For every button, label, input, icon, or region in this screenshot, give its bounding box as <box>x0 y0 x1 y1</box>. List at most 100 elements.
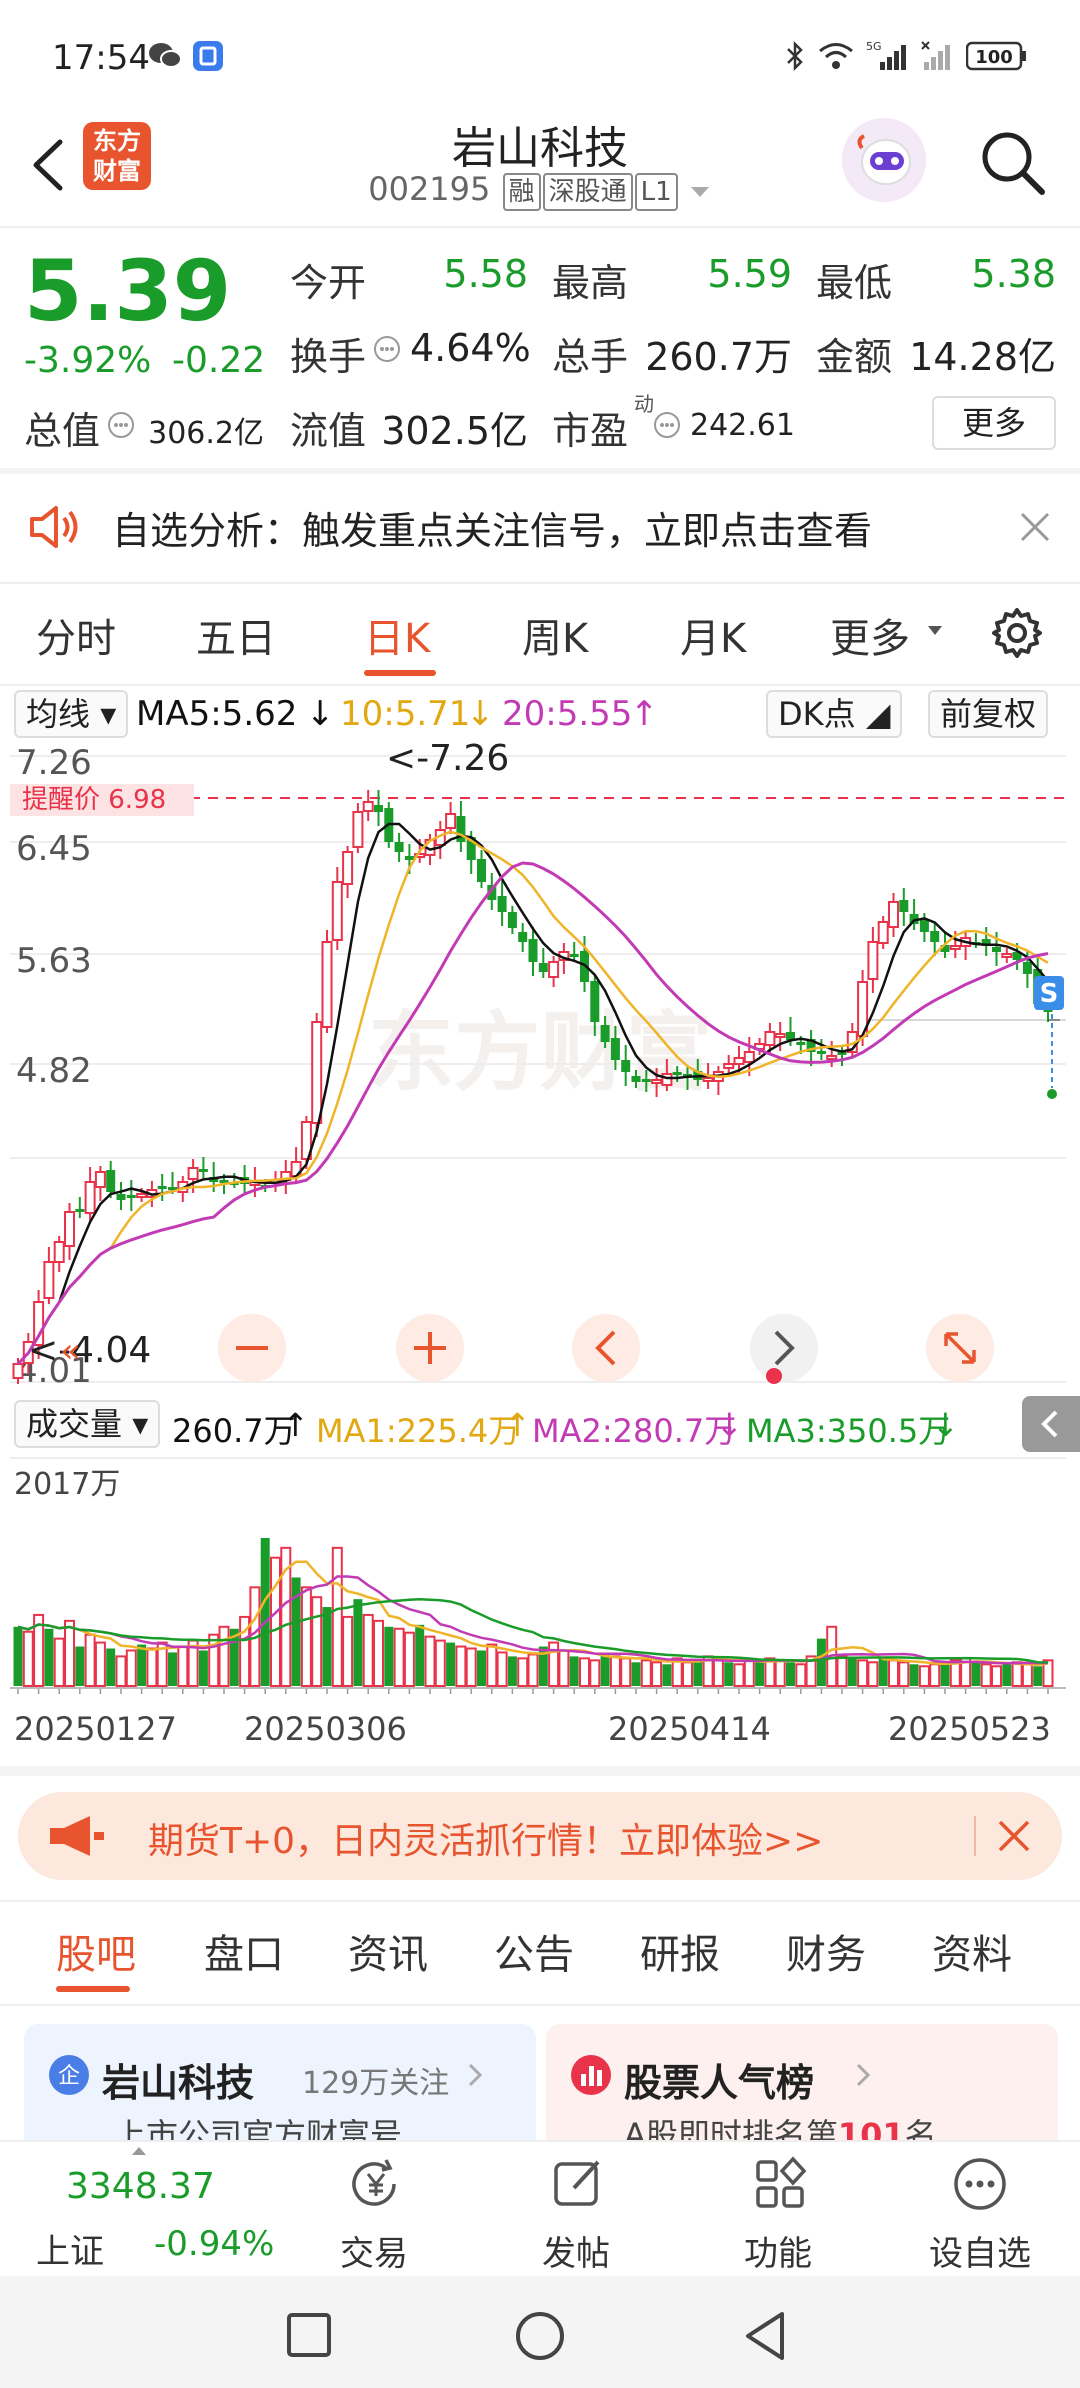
svg-text:企: 企 <box>58 2064 80 2089</box>
more-quote-button[interactable]: 更多 <box>932 396 1056 450</box>
zoom-in-button[interactable] <box>396 1314 464 1382</box>
volume-max-label: 2017万 <box>14 1467 120 1502</box>
tab-research[interactable]: 研报 <box>640 1922 720 1980</box>
tab-profile[interactable]: 资料 <box>932 1922 1012 1980</box>
open-label: 今开 <box>290 261 367 305</box>
search-icon[interactable] <box>974 124 1050 200</box>
svg-text:«: « <box>60 1331 81 1371</box>
speaker-icon <box>30 506 78 548</box>
turnover-label: 换手 <box>290 335 367 379</box>
index-change: -0.94% <box>154 2224 275 2264</box>
info-icon[interactable] <box>106 410 136 440</box>
fullscreen-button[interactable] <box>926 1314 994 1382</box>
signal-5g-icon: 5G <box>866 40 906 70</box>
max-price-marker: <-7.26 <box>386 742 509 779</box>
pe-superscript: 动 <box>634 392 654 416</box>
back-nav-button[interactable] <box>742 2310 788 2362</box>
tab-five-day[interactable]: 五日 <box>196 606 276 664</box>
robot-assistant-icon[interactable] <box>842 118 926 202</box>
tab-financials[interactable]: 财务 <box>786 1922 866 1980</box>
mktcap-label: 总值 <box>24 409 101 453</box>
add-watchlist-label: 设自选 <box>929 2234 1031 2274</box>
megaphone-icon <box>50 1816 104 1856</box>
app-notification-icon <box>193 41 223 71</box>
bluetooth-icon <box>787 40 803 72</box>
zoom-out-button[interactable] <box>218 1314 286 1382</box>
tab-weekly-k[interactable]: 周K <box>522 606 588 664</box>
adjust-button[interactable]: 前复权 <box>928 690 1049 738</box>
vol-ma3: MA3:350.5万 <box>746 1412 951 1450</box>
date-axis: 20250127 20250306 20250414 20250523 <box>0 1700 1080 1760</box>
tab-order-book[interactable]: 盘口 <box>204 1922 284 1980</box>
enterprise-badge-icon: 企 <box>49 2055 89 2095</box>
volume-value: 260.7万 <box>172 1412 296 1450</box>
info-icon[interactable] <box>652 410 682 440</box>
gear-icon[interactable] <box>990 606 1044 660</box>
recents-button[interactable] <box>286 2312 332 2358</box>
dk-point-button[interactable]: DK点 ◢ <box>766 690 903 738</box>
caret-up-icon <box>132 2147 146 2155</box>
index-ticker[interactable]: 3348.37 上证 -0.94% <box>0 2142 300 2278</box>
card-subtitle: 上市公司官方财富号 <box>114 2116 403 2140</box>
close-icon[interactable] <box>1018 510 1052 544</box>
company-account-card[interactable]: 企 岩山科技 129万关注 上市公司官方财富号 <box>24 2024 536 2140</box>
add-watchlist-button[interactable]: 设自选 <box>910 2142 1050 2278</box>
ma-selector[interactable]: 均线 ▾ <box>14 690 129 738</box>
section-tabs: 股吧 盘口 资讯 公告 研报 财务 资料 <box>0 1906 1080 2002</box>
close-icon[interactable] <box>996 1818 1032 1854</box>
functions-label: 功能 <box>744 2234 812 2274</box>
post-label: 发帖 <box>542 2234 610 2274</box>
tab-forum[interactable]: 股吧 <box>56 1922 136 1980</box>
low-label: 最低 <box>816 261 893 305</box>
dropdown-icon <box>690 187 709 197</box>
svg-text:5G: 5G <box>866 40 882 53</box>
date-label: 20250306 <box>244 1710 407 1748</box>
collapse-panel-button[interactable] <box>1022 1396 1080 1452</box>
volume-selector-label: 成交量 <box>26 1405 123 1443</box>
info-icon[interactable] <box>372 334 402 364</box>
scroll-left-button[interactable] <box>572 1314 640 1382</box>
volume-chart[interactable]: 2017万 <box>0 1456 1080 1696</box>
trade-button[interactable]: 交易 <box>304 2142 444 2278</box>
popularity-rank-card[interactable]: 股票人气榜 A股即时排名第101名 <box>546 2024 1058 2140</box>
index-value: 3348.37 <box>66 2166 215 2207</box>
watchlist-alert[interactable]: 自选分析：触发重点关注信号，立即点击查看 <box>0 470 1080 582</box>
alert-price-label: 提醒价 6.98 <box>22 785 166 815</box>
futures-promo-banner[interactable]: 期货T+0，日内灵活抓行情！立即体验>> <box>18 1792 1062 1880</box>
kline-chart[interactable]: 东方财富 提醒价 6.98 7.266.455.634.824.01 <-7.2… <box>0 742 1080 1392</box>
current-price: 5.39 <box>24 242 232 340</box>
post-button[interactable]: 发帖 <box>506 2142 646 2278</box>
date-label: 20250127 <box>14 1710 177 1748</box>
amount-label: 金额 <box>816 335 893 379</box>
trade-label: 交易 <box>340 2234 408 2274</box>
functions-button[interactable]: 功能 <box>708 2142 848 2278</box>
ma5-arrow: ↓ <box>306 694 335 734</box>
open-value: 5.58 <box>443 252 528 296</box>
chevron-right-icon <box>468 2063 483 2087</box>
tab-intraday[interactable]: 分时 <box>36 606 116 664</box>
grid-icon <box>756 2156 807 2208</box>
volume-legend-row: 成交量 ▾ 260.7万 ↑ MA1:225.4万 ↑ MA2:280.7万 ↓… <box>0 1396 1080 1456</box>
home-button[interactable] <box>514 2310 566 2362</box>
volume-selector[interactable]: 成交量 ▾ <box>14 1400 161 1448</box>
trade-yen-icon <box>352 2159 396 2206</box>
tab-monthly-k[interactable]: 月K <box>680 606 746 664</box>
dk-label: DK点 <box>778 695 856 733</box>
date-label: 20250414 <box>608 1710 771 1748</box>
scroll-right-button[interactable] <box>750 1314 818 1384</box>
alert-text: 自选分析：触发重点关注信号，立即点击查看 <box>112 509 873 553</box>
tab-announcements[interactable]: 公告 <box>494 1922 574 1980</box>
wifi-icon <box>819 43 853 69</box>
tab-more[interactable]: 更多 <box>830 606 910 664</box>
ma20-arrow: ↑ <box>630 694 659 734</box>
vol-ma2: MA2:280.7万 <box>532 1412 737 1450</box>
battery-level: 100 <box>975 47 1013 68</box>
quote-panel: 5.39 -3.92% -0.22 今开 5.58 最高 5.59 最低 5.3… <box>0 228 1080 468</box>
tab-news[interactable]: 资讯 <box>348 1922 428 1980</box>
edit-icon <box>554 2160 600 2206</box>
rank-value: 101 <box>837 2116 905 2140</box>
status-time: 17:54 <box>52 38 150 78</box>
min-price-marker: <-4.04 <box>28 1330 151 1371</box>
tab-daily-k[interactable]: 日K <box>364 606 430 664</box>
card-title: 股票人气榜 <box>624 2061 815 2105</box>
